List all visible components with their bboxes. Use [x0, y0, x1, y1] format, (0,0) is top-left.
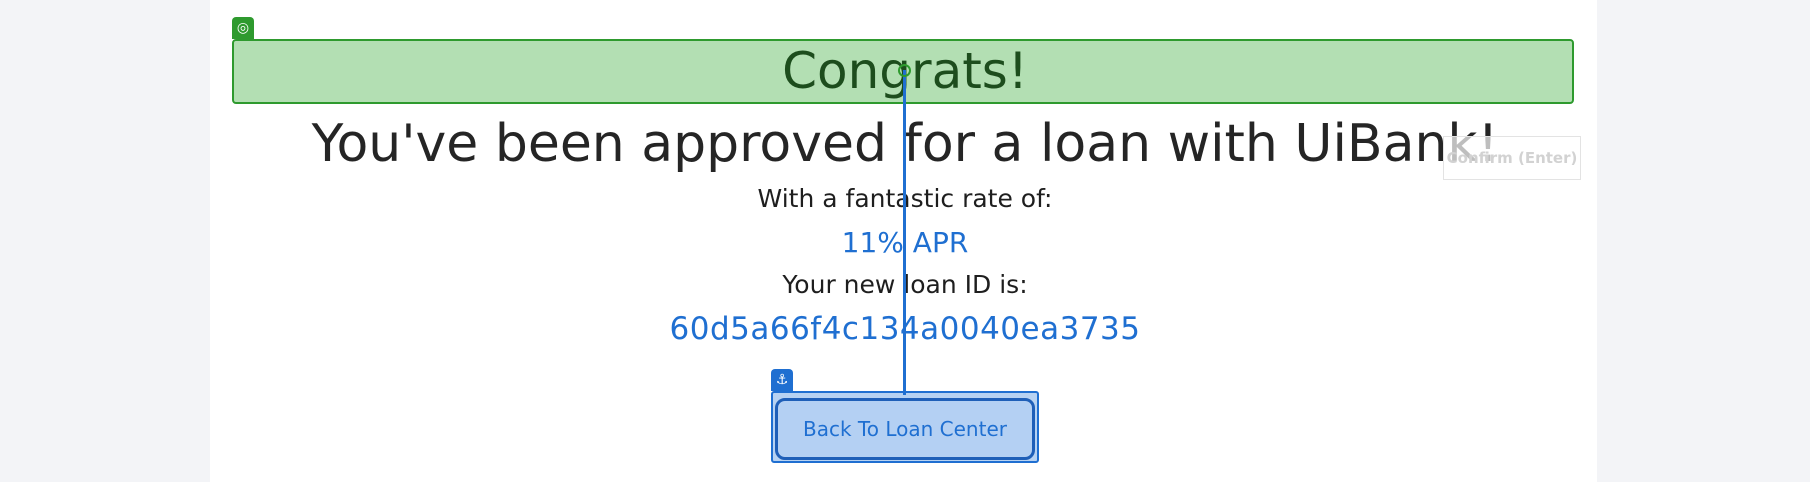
anchor-badge-glyph: ⚓ — [775, 372, 789, 388]
page: ◎ Congrats! You've been approved for a l… — [0, 0, 1810, 482]
target-icon: ◎ — [232, 17, 254, 39]
back-to-loan-center-button[interactable]: Back To Loan Center — [775, 398, 1035, 460]
anchor-icon: ⚓ — [771, 369, 793, 391]
confirm-button[interactable]: Confirm (Enter) — [1443, 136, 1581, 180]
connector-line — [903, 70, 906, 395]
target-badge-glyph: ◎ — [236, 20, 250, 36]
connector-origin-dot — [898, 64, 911, 77]
